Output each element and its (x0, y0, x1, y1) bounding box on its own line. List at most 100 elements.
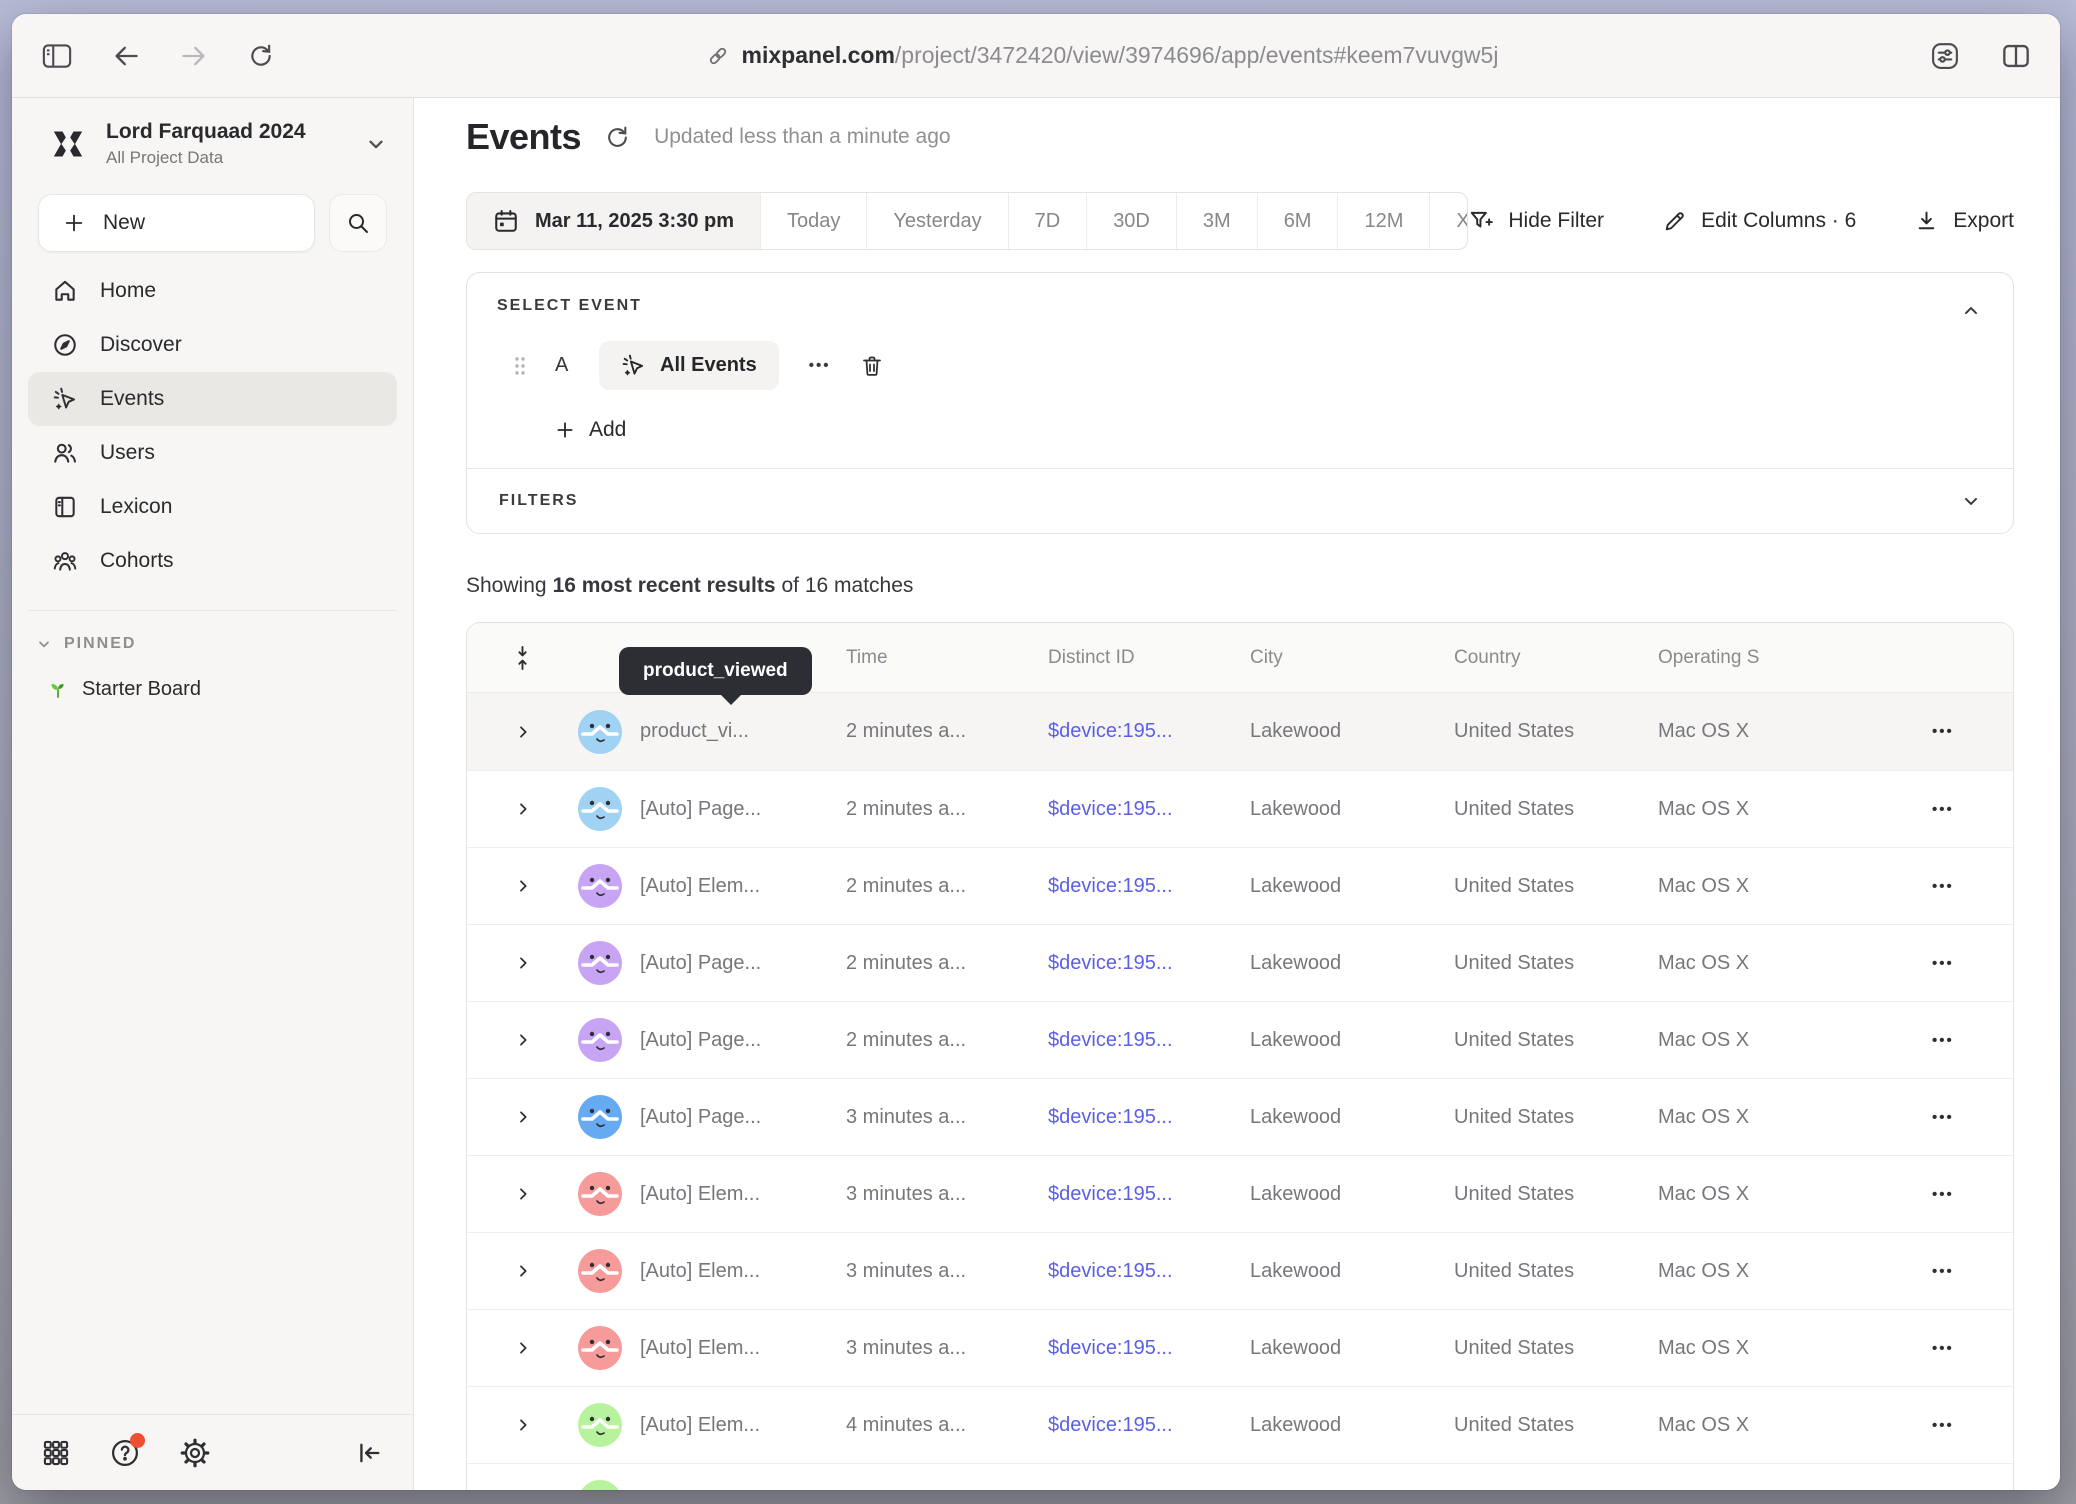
apps-grid-icon[interactable] (42, 1439, 70, 1467)
collapse-sidebar-icon[interactable] (355, 1439, 383, 1467)
trash-icon[interactable] (860, 354, 884, 378)
address-bar[interactable]: mixpanel.com/project/3472420/view/397469… (274, 42, 1930, 69)
table-body: product_vi... 2 minutes a... $device:195… (467, 693, 2013, 1490)
drag-handle-icon[interactable] (513, 354, 527, 378)
split-view-icon[interactable] (2002, 43, 2030, 69)
add-event-button[interactable]: Add (497, 418, 626, 442)
page-settings-icon[interactable] (1930, 41, 1960, 71)
table-row[interactable]: product_vi... 2 minutes a... $device:195… (467, 693, 2013, 770)
edit-columns-button[interactable]: Edit Columns · 6 (1662, 209, 1856, 234)
expand-row-icon[interactable] (515, 1186, 531, 1202)
range-12m[interactable]: 12M (1337, 193, 1429, 249)
table-row[interactable]: [Auto] Page... 2 minutes a... $device:19… (467, 770, 2013, 847)
sidebar-item-events[interactable]: Events (28, 372, 397, 426)
sidebar-item-home[interactable]: Home (28, 264, 397, 318)
cell-distinct-id[interactable]: $device:195... (1048, 720, 1250, 743)
cell-os: Mac OS X (1658, 1029, 1876, 1052)
table-row-partial[interactable]: ••• (467, 1463, 2013, 1490)
sidebar-item-users[interactable]: Users (28, 426, 397, 480)
chevron-down-icon[interactable] (1961, 491, 1981, 511)
col-header-city[interactable]: City (1250, 647, 1454, 669)
expand-row-icon[interactable] (515, 724, 531, 740)
expand-row-icon[interactable] (515, 1263, 531, 1279)
cell-distinct-id[interactable]: $device:195... (1048, 1337, 1250, 1360)
back-icon[interactable] (112, 44, 140, 68)
row-menu-icon[interactable]: ••• (1876, 878, 2013, 895)
row-menu-icon[interactable]: ••• (1876, 1263, 2013, 1280)
expand-row-icon[interactable] (515, 955, 531, 971)
range-7d[interactable]: 7D (1008, 193, 1087, 249)
sidebar-item-lexicon[interactable]: Lexicon (28, 480, 397, 534)
range-xtd[interactable]: XTD (1429, 193, 1468, 249)
plus-icon (555, 420, 575, 440)
cell-time: 3 minutes a... (846, 1337, 1048, 1360)
refresh-icon[interactable] (605, 125, 630, 150)
row-menu-icon[interactable]: ••• (1876, 955, 2013, 972)
row-menu-icon[interactable]: ••• (1876, 1340, 2013, 1357)
sidebar-item-cohorts[interactable]: Cohorts (28, 534, 397, 588)
event-selector-chip[interactable]: All Events (599, 341, 779, 390)
expand-row-icon[interactable] (515, 1032, 531, 1048)
range-30d[interactable]: 30D (1086, 193, 1176, 249)
table-row[interactable]: [Auto] Elem... 3 minutes a... $device:19… (467, 1309, 2013, 1386)
mixpanel-logo-icon (48, 124, 88, 164)
lexicon-book-icon (52, 494, 78, 520)
range-today[interactable]: Today (760, 193, 866, 249)
search-button[interactable] (329, 194, 387, 252)
event-avatar (578, 1326, 622, 1370)
download-icon (1914, 209, 1939, 234)
hide-filter-button[interactable]: Hide Filter (1468, 208, 1604, 234)
pinned-item-starter-board[interactable]: Starter Board (12, 653, 413, 701)
cell-distinct-id[interactable]: $device:195... (1048, 798, 1250, 821)
filters-section[interactable]: FILTERS (467, 468, 2013, 533)
new-button[interactable]: New (38, 194, 315, 252)
project-switcher[interactable]: Lord Farquaad 2024 All Project Data (12, 98, 413, 176)
cell-distinct-id[interactable]: $device:195... (1048, 1029, 1250, 1052)
sidebar-item-discover[interactable]: Discover (28, 318, 397, 372)
cell-distinct-id[interactable]: $device:195... (1048, 952, 1250, 975)
collapse-all-rows-icon[interactable] (514, 645, 531, 671)
settings-gear-icon[interactable] (180, 1438, 210, 1468)
cell-distinct-id[interactable]: $device:195... (1048, 1260, 1250, 1283)
expand-row-icon[interactable] (515, 801, 531, 817)
table-row[interactable]: [Auto] Page... 3 minutes a... $device:19… (467, 1078, 2013, 1155)
col-header-time[interactable]: Time (846, 647, 1048, 669)
date-picker-button[interactable]: Mar 11, 2025 3:30 pm (467, 193, 760, 249)
expand-row-icon[interactable] (515, 1109, 531, 1125)
row-menu-icon[interactable]: ••• (1876, 1417, 2013, 1434)
updated-status: Updated less than a minute ago (654, 125, 951, 149)
event-row-menu-icon[interactable]: ••• (809, 357, 831, 374)
row-menu-icon[interactable]: ••• (1876, 1186, 2013, 1203)
cell-distinct-id[interactable]: $device:195... (1048, 1414, 1250, 1437)
table-row[interactable]: [Auto] Elem... 4 minutes a... $device:19… (467, 1386, 2013, 1463)
cell-os: Mac OS X (1658, 1337, 1876, 1360)
row-menu-icon[interactable]: ••• (1876, 723, 2013, 740)
help-button[interactable] (110, 1438, 140, 1468)
range-3m[interactable]: 3M (1176, 193, 1257, 249)
export-button[interactable]: Export (1914, 209, 2014, 234)
range-6m[interactable]: 6M (1257, 193, 1338, 249)
cell-distinct-id[interactable]: $device:195... (1048, 1183, 1250, 1206)
reload-icon[interactable] (248, 43, 274, 69)
cell-city: Lakewood (1250, 1106, 1454, 1129)
expand-row-icon[interactable] (515, 878, 531, 894)
row-menu-icon[interactable]: ••• (1876, 1032, 2013, 1049)
cell-distinct-id[interactable]: $device:195... (1048, 1106, 1250, 1129)
table-row[interactable]: [Auto] Elem... 3 minutes a... $device:19… (467, 1155, 2013, 1232)
row-menu-icon[interactable]: ••• (1876, 801, 2013, 818)
col-header-country[interactable]: Country (1454, 647, 1658, 669)
table-row[interactable]: [Auto] Elem... 3 minutes a... $device:19… (467, 1232, 2013, 1309)
expand-row-icon[interactable] (515, 1340, 531, 1356)
cell-distinct-id[interactable]: $device:195... (1048, 875, 1250, 898)
row-menu-icon[interactable]: ••• (1876, 1109, 2013, 1126)
table-row[interactable]: [Auto] Page... 2 minutes a... $device:19… (467, 1001, 2013, 1078)
col-header-distinct-id[interactable]: Distinct ID (1048, 647, 1250, 669)
col-header-os[interactable]: Operating S (1658, 647, 1876, 669)
range-yesterday[interactable]: Yesterday (866, 193, 1007, 249)
table-row[interactable]: [Auto] Page... 2 minutes a... $device:19… (467, 924, 2013, 1001)
pinned-section-header[interactable]: PINNED (12, 611, 413, 653)
collapse-section-icon[interactable] (1961, 301, 1981, 321)
table-row[interactable]: [Auto] Elem... 2 minutes a... $device:19… (467, 847, 2013, 924)
expand-row-icon[interactable] (515, 1417, 531, 1433)
sidebar-toggle-icon[interactable] (42, 43, 72, 69)
